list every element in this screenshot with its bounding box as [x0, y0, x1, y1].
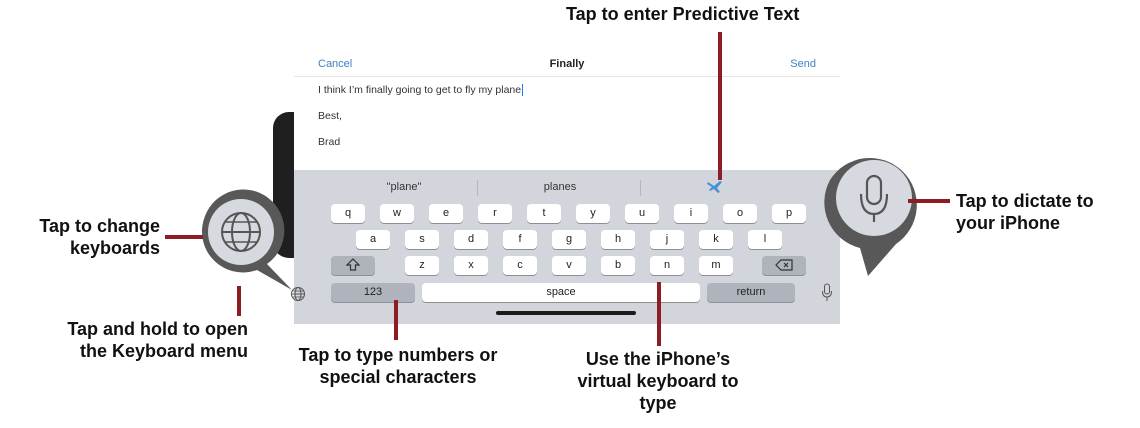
- key-y[interactable]: y: [576, 204, 610, 223]
- dictate-label: Tap to dictate to your iPhone: [956, 190, 1136, 234]
- delete-key[interactable]: [762, 256, 806, 275]
- key-i[interactable]: i: [674, 204, 708, 223]
- return-key[interactable]: return: [707, 283, 795, 302]
- key-j[interactable]: j: [650, 230, 684, 249]
- numbers-key[interactable]: 123: [331, 283, 415, 302]
- airplane-emoji-icon[interactable]: [706, 178, 726, 201]
- key-o[interactable]: o: [723, 204, 757, 223]
- label-line: the Keyboard menu: [79, 341, 248, 361]
- key-v[interactable]: v: [552, 256, 586, 275]
- label-line: special characters: [319, 367, 477, 387]
- key-s[interactable]: s: [405, 230, 439, 249]
- label-line: keyboards: [69, 238, 160, 258]
- divider: [477, 180, 478, 196]
- key-n[interactable]: n: [650, 256, 684, 275]
- label-line: Tap and hold to open: [67, 319, 248, 339]
- prediction-2[interactable]: planes: [490, 181, 630, 193]
- mail-body-line[interactable]: I think I’m finally going to get to fly …: [318, 84, 524, 97]
- key-z[interactable]: z: [405, 256, 439, 275]
- change-keyboards-label: Tap to change keyboards: [8, 215, 160, 259]
- shift-key[interactable]: [331, 256, 375, 275]
- label-line: type: [639, 393, 677, 413]
- label-line: Tap to change: [39, 216, 160, 236]
- key-p[interactable]: p: [772, 204, 806, 223]
- key-u[interactable]: u: [625, 204, 659, 223]
- predictive-callout-line: [718, 32, 722, 180]
- key-t[interactable]: t: [527, 204, 561, 223]
- key-l[interactable]: l: [748, 230, 782, 249]
- label-line: Tap to dictate to: [956, 191, 1094, 211]
- key-b[interactable]: b: [601, 256, 635, 275]
- label-line: virtual keyboard to: [577, 371, 739, 391]
- mail-nav-bar: Cancel Finally Send: [294, 50, 840, 77]
- dictate-callout-line: [908, 199, 950, 203]
- key-w[interactable]: w: [380, 204, 414, 223]
- delete-icon: [775, 259, 793, 271]
- change-keyboard-callout-line: [165, 235, 203, 239]
- key-k[interactable]: k: [699, 230, 733, 249]
- key-x[interactable]: x: [454, 256, 488, 275]
- key-c[interactable]: c: [503, 256, 537, 275]
- mail-body-line[interactable]: Brad: [318, 136, 340, 148]
- virtual-keyboard-callout-line: [657, 282, 661, 346]
- key-q[interactable]: q: [331, 204, 365, 223]
- key-d[interactable]: d: [454, 230, 488, 249]
- dictation-key[interactable]: [821, 283, 833, 308]
- shift-icon: [345, 258, 361, 271]
- mail-subject-title: Finally: [549, 58, 585, 70]
- mail-body-line[interactable]: Best,: [318, 110, 342, 122]
- key-m[interactable]: m: [699, 256, 733, 275]
- label-line: Tap to type numbers or: [298, 345, 498, 365]
- key-a[interactable]: a: [356, 230, 390, 249]
- divider: [640, 180, 641, 196]
- globe-magnifier: [197, 188, 297, 300]
- label-line: Use the iPhone’s: [585, 349, 731, 369]
- predictive-text-label: Tap to enter Predictive Text: [566, 4, 800, 24]
- numbers-label: Tap to type numbers or special character…: [268, 344, 528, 388]
- mail-compose: Cancel Finally Send I think I’m finally …: [294, 50, 840, 170]
- send-button[interactable]: Send: [790, 58, 816, 70]
- key-r[interactable]: r: [478, 204, 512, 223]
- microphone-icon: [822, 283, 832, 301]
- key-h[interactable]: h: [601, 230, 635, 249]
- label-line: your iPhone: [956, 213, 1061, 233]
- body-text: I think I’m finally going to get to fly …: [318, 84, 522, 96]
- virtual-keyboard-label: Use the iPhone’s virtual keyboard to typ…: [548, 348, 768, 414]
- virtual-keyboard: "plane" planes q w e r t y u i o p a s d…: [291, 170, 840, 324]
- text-cursor: [522, 84, 524, 97]
- home-indicator: [496, 311, 636, 315]
- key-f[interactable]: f: [503, 230, 537, 249]
- hold-menu-callout-line: [237, 286, 241, 316]
- microphone-magnifier: [808, 148, 932, 278]
- key-e[interactable]: e: [429, 204, 463, 223]
- key-g[interactable]: g: [552, 230, 586, 249]
- predictive-text-bar: "plane" planes: [294, 174, 840, 200]
- keyboard-menu-label: Tap and hold to open the Keyboard menu: [14, 318, 248, 362]
- numbers-callout-line: [394, 300, 398, 340]
- prediction-1[interactable]: "plane": [334, 181, 474, 193]
